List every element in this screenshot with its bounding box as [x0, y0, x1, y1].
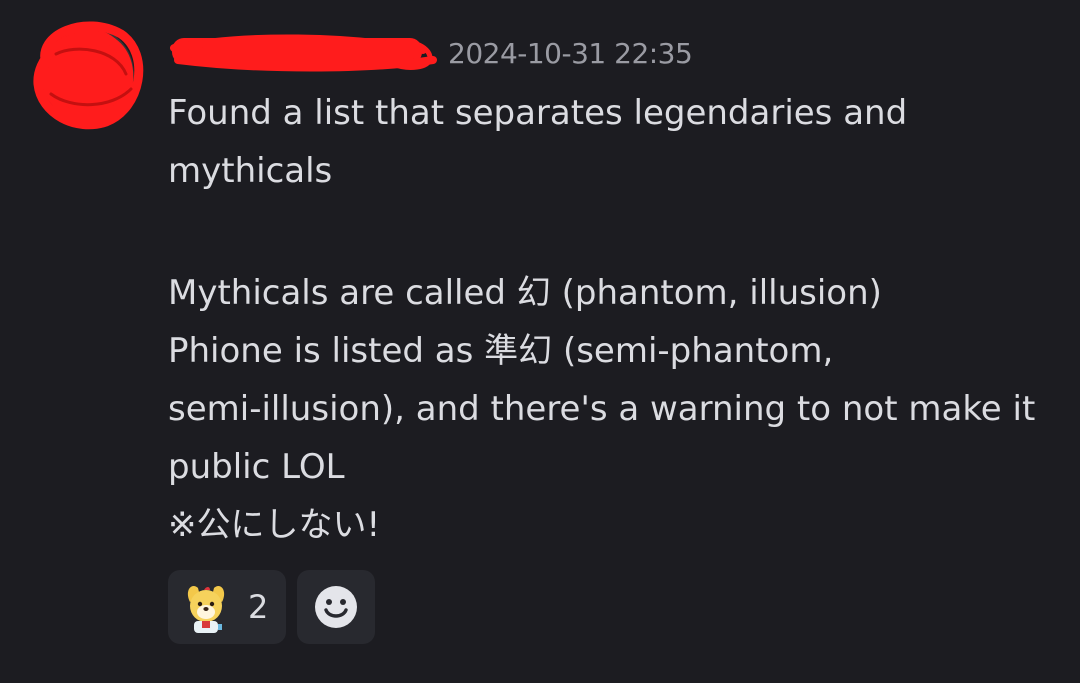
avatar-redacted-image — [33, 21, 144, 130]
message-header: 2024-10-31 22:35 — [168, 30, 693, 76]
redaction-scribble — [170, 34, 437, 72]
reaction-count: 2 — [248, 588, 269, 626]
message-line: Phione is listed as 準幻 (semi-phantom, — [168, 331, 834, 371]
reaction-isabelle[interactable]: 2 — [168, 570, 286, 644]
chat-message: 2024-10-31 22:35 Found a list that separ… — [0, 0, 1080, 683]
message-line: Found a list that separates legendaries … — [168, 93, 908, 133]
user-avatar[interactable] — [26, 14, 146, 134]
message-line: ※公にしない! — [168, 505, 381, 545]
message-timestamp: 2024-10-31 22:35 — [448, 36, 693, 70]
add-reaction-button[interactable] — [297, 570, 375, 644]
reaction-bar: 2 — [168, 570, 375, 644]
message-line: semi-illusion), and there's a warning to… — [168, 389, 1036, 429]
message-line: Mythicals are called 幻 (phantom, illusio… — [168, 273, 882, 313]
smiley-face-icon — [315, 586, 357, 628]
message-line: public LOL — [168, 447, 345, 487]
username-redacted[interactable] — [168, 30, 438, 76]
isabelle-emoji-icon — [187, 585, 225, 633]
message-line: mythicals — [168, 151, 333, 191]
message-content: Found a list that separates legendaries … — [168, 84, 1058, 554]
